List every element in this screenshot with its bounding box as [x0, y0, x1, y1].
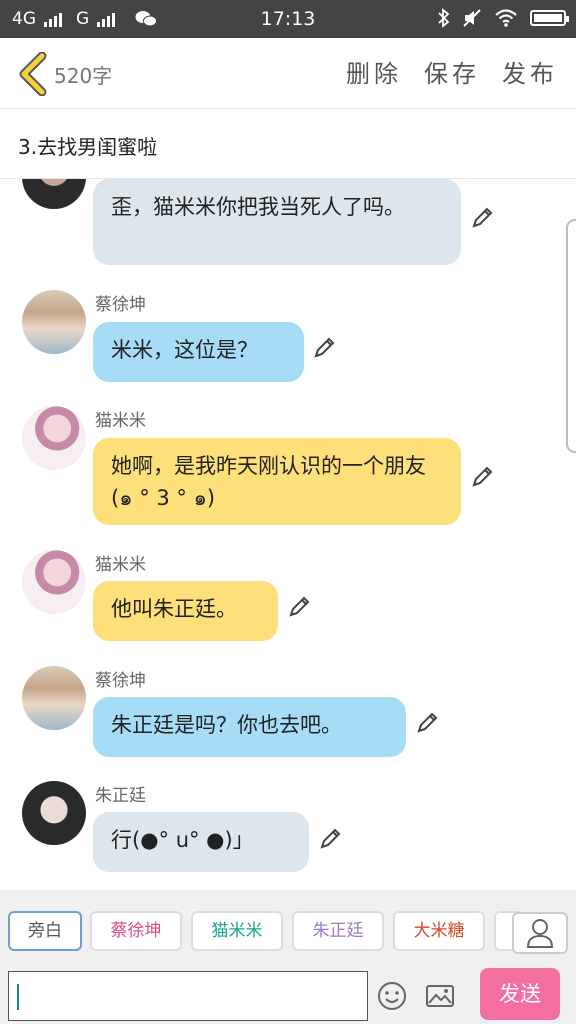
- status-bar: 4G G 17:13: [0, 0, 576, 38]
- user-button[interactable]: [512, 912, 568, 954]
- character-selector: 旁白 蔡徐坤 猫米米 朱正廷 大米糖: [0, 890, 576, 970]
- speaker-name: 猫米米: [95, 555, 146, 575]
- editor-header: 520字 删除 保存 发布: [0, 38, 576, 109]
- chevron-left-icon[interactable]: [14, 52, 54, 96]
- avatar[interactable]: [22, 406, 86, 470]
- message-input[interactable]: [8, 971, 368, 1021]
- pencil-icon[interactable]: [318, 827, 342, 851]
- word-count: 520字: [54, 64, 113, 88]
- wifi-icon: [495, 9, 517, 27]
- text-caret: [17, 984, 19, 1010]
- pencil-icon[interactable]: [312, 336, 336, 360]
- speaker-name: 朱正廷: [95, 786, 146, 806]
- save-button[interactable]: 保存: [424, 54, 480, 89]
- message-bubble[interactable]: 歪，猫米米你把我当死人了吗。: [93, 179, 461, 265]
- image-icon[interactable]: [424, 980, 456, 1012]
- delete-button[interactable]: 删除: [346, 54, 402, 89]
- message-text: 米米，这位是？: [111, 338, 258, 362]
- user-icon: [526, 919, 554, 948]
- chip-label: 旁白: [28, 921, 62, 941]
- avatar[interactable]: [22, 290, 86, 354]
- message-bubble[interactable]: 她啊，是我昨天刚认识的一个朋友(๑ ° 3 ° ๑): [93, 438, 461, 525]
- pencil-icon[interactable]: [470, 465, 494, 489]
- character-chip[interactable]: 猫米米: [191, 911, 283, 951]
- message-bubble[interactable]: 朱正廷是吗？你也去吧。: [93, 697, 406, 757]
- publish-button[interactable]: 发布: [502, 54, 558, 89]
- chip-label: 朱正廷: [312, 921, 364, 941]
- chat-area[interactable]: 歪，猫米米你把我当死人了吗。 蔡徐坤 米米，这位是？ 猫米米 她啊，是我昨天刚认…: [0, 179, 576, 890]
- avatar[interactable]: [22, 666, 86, 730]
- input-bar: 发送: [0, 968, 576, 1024]
- message-bubble[interactable]: 他叫朱正廷。: [93, 581, 278, 641]
- mute-icon: [463, 9, 481, 27]
- bluetooth-icon: [438, 8, 450, 28]
- speaker-name: 猫米米: [95, 411, 146, 431]
- avatar[interactable]: [22, 550, 86, 614]
- speaker-name: 蔡徐坤: [95, 671, 146, 691]
- header-actions: 删除 保存 发布: [346, 54, 558, 89]
- pencil-icon[interactable]: [415, 711, 439, 735]
- message-text: 歪，猫米米你把我当死人了吗。: [111, 195, 405, 219]
- chapter-title-bar[interactable]: 3.去找男闺蜜啦: [0, 109, 576, 179]
- message-text: 他叫朱正廷。: [111, 597, 237, 621]
- message-bubble[interactable]: 行(●° u° ●)」: [93, 812, 309, 872]
- send-button[interactable]: 发送: [480, 968, 560, 1020]
- message-text: 她啊，是我昨天刚认识的一个朋友(๑ ° 3 ° ๑): [111, 454, 426, 510]
- chip-label: 猫米米: [211, 921, 263, 941]
- system-indicators: [438, 8, 569, 28]
- chapter-title: 3.去找男闺蜜啦: [18, 135, 158, 159]
- chip-label: 大米糖: [413, 921, 465, 941]
- avatar[interactable]: [22, 781, 86, 845]
- pencil-icon[interactable]: [287, 595, 311, 619]
- speaker-name: 蔡徐坤: [95, 295, 146, 315]
- scroll-edge: [566, 219, 576, 453]
- chip-label: 蔡徐坤: [110, 921, 162, 941]
- character-chip[interactable]: 朱正廷: [292, 911, 384, 951]
- character-chip[interactable]: 大米糖: [393, 911, 485, 951]
- message-text: 行(●° u° ●)」: [111, 828, 254, 852]
- message-text: 朱正廷是吗？你也去吧。: [111, 713, 342, 737]
- character-chip[interactable]: 蔡徐坤: [90, 911, 182, 951]
- avatar[interactable]: [22, 179, 86, 209]
- character-chip-narrator[interactable]: 旁白: [8, 911, 82, 951]
- battery-icon: [530, 10, 569, 26]
- message-bubble[interactable]: 米米，这位是？: [93, 322, 304, 382]
- emoji-icon[interactable]: [376, 980, 408, 1012]
- pencil-icon[interactable]: [470, 206, 494, 230]
